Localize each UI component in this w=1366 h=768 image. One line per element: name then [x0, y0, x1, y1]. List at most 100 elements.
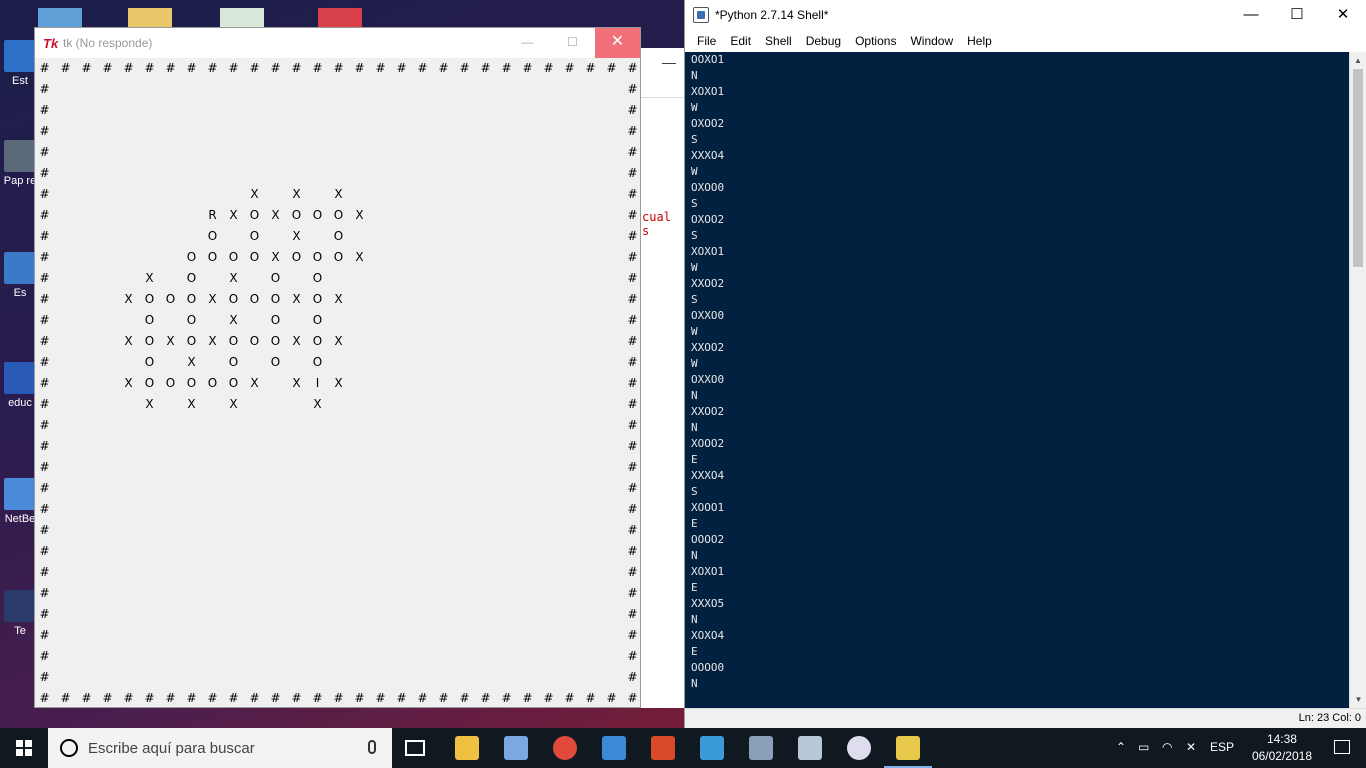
grid-wall: #: [39, 439, 50, 453]
grid-wall: #: [39, 586, 50, 600]
grid-wall: #: [39, 208, 50, 222]
grid-wall: #: [39, 481, 50, 495]
microphone-icon[interactable]: [368, 740, 376, 754]
desktop-app-icon: [4, 40, 36, 72]
grid-wall: #: [627, 313, 638, 327]
shell-output[interactable]: OOXO1 N XOXO1 W OXOO2 S XXXO4 W OXOO0 S OXOO2 S XOXO…: [685, 52, 1349, 708]
shell-line: OXXO0: [691, 309, 725, 322]
shell-line: N: [691, 613, 698, 626]
shell-statusbar: Ln: 23 Col: 0: [685, 708, 1366, 728]
grid-wall: #: [144, 61, 155, 75]
grid-wall: #: [627, 124, 638, 138]
shell-scrollbar[interactable]: ▲ ▼: [1349, 52, 1366, 708]
background-editor-text: cual s: [642, 210, 671, 238]
grid-wall: #: [543, 691, 554, 705]
task-view-icon[interactable]: [405, 740, 425, 756]
chrome-icon[interactable]: [553, 736, 577, 760]
grid-wall: #: [627, 439, 638, 453]
taskbar-search[interactable]: Escribe aquí para buscar: [48, 728, 392, 768]
settings-gear-icon[interactable]: [847, 736, 871, 760]
grid-wall: #: [39, 460, 50, 474]
grid-wall: #: [627, 103, 638, 117]
shell-minimize-button[interactable]: —: [1228, 0, 1274, 30]
volume-muted-icon[interactable]: ✕: [1186, 740, 1196, 754]
desktop-app-icon: [4, 362, 36, 394]
shell-close-button[interactable]: ✕: [1320, 0, 1366, 30]
grid-wall: #: [81, 691, 92, 705]
grid-cell: O: [270, 355, 281, 369]
grid-wall: #: [60, 61, 71, 75]
desktop-app-icon: [4, 252, 36, 284]
grid-wall: #: [333, 691, 344, 705]
grid-wall: #: [627, 628, 638, 642]
grid-wall: #: [627, 376, 638, 390]
cortana-icon: [60, 739, 78, 757]
python-idle-icon[interactable]: [896, 736, 920, 760]
scroll-up-icon[interactable]: ▲: [1350, 52, 1366, 69]
office-icon[interactable]: [651, 736, 675, 760]
tk-minimize-button[interactable]: —: [505, 28, 550, 58]
notification-icon[interactable]: [1334, 740, 1350, 754]
grid-cell: X: [292, 334, 301, 348]
python-shell-window[interactable]: *Python 2.7.14 Shell* — ☐ ✕ File Edit Sh…: [684, 0, 1366, 728]
tk-titlebar[interactable]: Tk tk (No responde) — ☐ ✕: [35, 28, 640, 58]
menu-file[interactable]: File: [691, 34, 722, 48]
grid-wall: #: [81, 61, 92, 75]
tk-canvas[interactable]: # # # # # # # # # # # # # # # # # # # # # # # # # # # # # # # # # # # # # # # #…: [35, 58, 640, 707]
scroll-down-icon[interactable]: ▼: [1350, 691, 1366, 708]
tk-close-button[interactable]: ✕: [595, 28, 640, 58]
grid-wall: #: [39, 418, 50, 432]
taskbar-clock[interactable]: 14:38 06/02/2018: [1252, 731, 1312, 765]
system-app-icon[interactable]: [749, 736, 773, 760]
grid-wall: #: [291, 61, 302, 75]
shell-maximize-button[interactable]: ☐: [1274, 0, 1320, 30]
grid-cell: O: [333, 250, 344, 264]
background-editor-window[interactable]: — cual s: [640, 48, 684, 708]
minimize-icon[interactable]: —: [662, 54, 676, 70]
grid-wall: #: [39, 355, 50, 369]
shell-line: OXOO0: [691, 181, 725, 194]
menu-shell[interactable]: Shell: [759, 34, 798, 48]
menu-options[interactable]: Options: [849, 34, 902, 48]
tk-maximize-button[interactable]: ☐: [550, 28, 595, 58]
menu-help[interactable]: Help: [961, 34, 998, 48]
grid-wall: #: [585, 691, 596, 705]
shell-line: E: [691, 645, 698, 658]
grid-cell: O: [228, 376, 239, 390]
grid-wall: #: [501, 61, 512, 75]
grid-wall: #: [627, 544, 638, 558]
grid-wall: #: [522, 691, 533, 705]
netbeans-icon: [4, 478, 36, 510]
grid-wall: #: [249, 691, 260, 705]
grid-wall: #: [102, 61, 113, 75]
clock-date: 06/02/2018: [1251, 749, 1312, 763]
menu-edit[interactable]: Edit: [724, 34, 757, 48]
start-button[interactable]: [0, 728, 48, 768]
app-cube-icon[interactable]: [504, 736, 528, 760]
app-icon[interactable]: [700, 736, 724, 760]
language-indicator[interactable]: ESP: [1210, 740, 1234, 754]
grid-wall: #: [417, 691, 428, 705]
grid-wall: #: [39, 376, 50, 390]
menu-debug[interactable]: Debug: [800, 34, 847, 48]
grid-cell: X: [334, 376, 343, 390]
virtualbox-icon[interactable]: [798, 736, 822, 760]
tk-window[interactable]: Tk tk (No responde) — ☐ ✕ # # # # # # # # # # # # # #…: [34, 27, 641, 708]
grid-wall: #: [39, 397, 50, 411]
battery-icon[interactable]: ▭: [1138, 740, 1149, 754]
grid-cell: X: [250, 376, 259, 390]
grid-cell: O: [270, 313, 281, 327]
file-explorer-icon[interactable]: [455, 736, 479, 760]
shell-line: OXXO0: [691, 373, 725, 386]
grid-cell: O: [144, 376, 155, 390]
media-player-icon[interactable]: [602, 736, 626, 760]
shell-titlebar[interactable]: *Python 2.7.14 Shell* — ☐ ✕: [685, 0, 1366, 30]
grid-cell: O: [186, 250, 197, 264]
grid-cell: R: [208, 208, 217, 222]
scrollbar-thumb[interactable]: [1353, 69, 1363, 267]
grid-cell: X: [187, 397, 196, 411]
grid-wall: #: [396, 61, 407, 75]
wifi-icon[interactable]: ◠: [1162, 740, 1172, 754]
menu-window[interactable]: Window: [904, 34, 959, 48]
chevron-up-icon[interactable]: ⌃: [1116, 740, 1126, 754]
